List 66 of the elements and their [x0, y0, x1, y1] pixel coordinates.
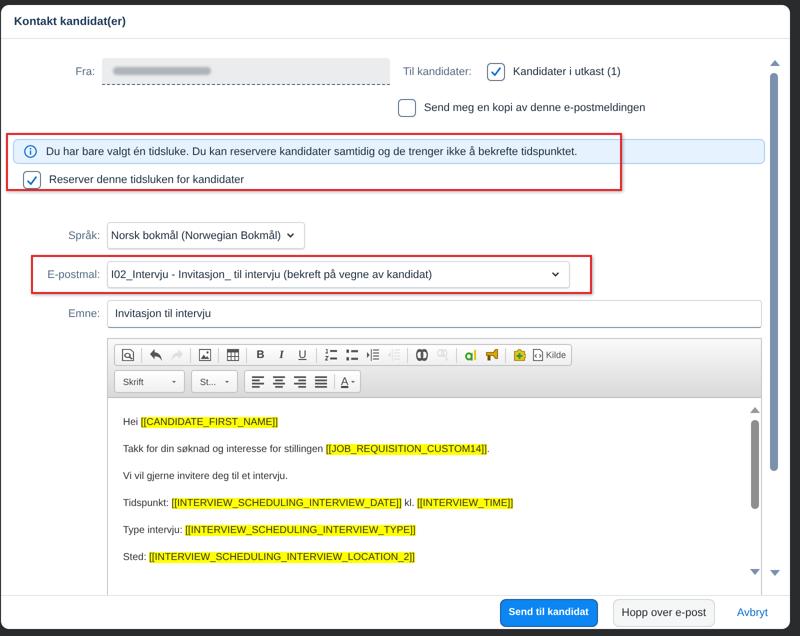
- scrollbar-thumb[interactable]: [770, 73, 778, 471]
- text-color-button[interactable]: A: [338, 372, 358, 390]
- field-label: Språk:: [67, 230, 100, 242]
- body-paragraph: Takk for din søknad og interesse for stillingen [[JOB_REQUISITION_CUSTOM14]].: [123, 443, 490, 457]
- body-paragraph: Hei [[CANDIDATE_FIRST_NAME]]: [123, 416, 278, 430]
- checkbox-label[interactable]: Reserver denne tidsluken for kandidater: [49, 174, 244, 186]
- checkmark-icon: [491, 67, 501, 76]
- source-button[interactable]: Kilde: [530, 346, 570, 364]
- toolbar-dropdown[interactable]: St...: [191, 370, 238, 393]
- scroll-up-button[interactable]: [750, 407, 760, 413]
- align-right-icon: [294, 376, 306, 388]
- dialog-title: Kontakt kandidat(er): [14, 16, 126, 28]
- caret-icon: [225, 380, 229, 382]
- send-button[interactable]: Send til kandidat: [500, 598, 598, 626]
- scrollbar-thumb[interactable]: [750, 420, 758, 509]
- field-label: Emne:: [67, 308, 100, 320]
- checkmark-icon: [27, 176, 37, 184]
- document-search-icon: [122, 349, 134, 361]
- italic-button[interactable]: I: [271, 346, 292, 364]
- body-paragraph: Tidspunkt: [[INTERVIEW_SCHEDULING_INTERVIEW_DATE]] kl. [[INTERVIEW_TIME]]: [123, 497, 514, 511]
- info-icon: [24, 145, 37, 158]
- body-paragraph: Sted: [[INTERVIEW_SCHEDULING_INTERVIEW_LOCATION_2]]: [123, 551, 415, 565]
- field-label: E-postmal:: [46, 268, 100, 280]
- redo-icon: [170, 349, 182, 361]
- scroll-up-button[interactable]: [770, 60, 780, 66]
- table-icon: [226, 349, 238, 361]
- checkbox[interactable]: [398, 99, 416, 117]
- numbered-list-icon: [324, 349, 336, 361]
- align-left-icon: [252, 376, 264, 388]
- body-paragraph: Vi vil gjerne invitere deg til et intervju.: [123, 470, 288, 484]
- checkbox-label[interactable]: Send meg en kopi av denne e-postmeldingen: [424, 102, 646, 114]
- scroll-down-button[interactable]: [770, 570, 780, 576]
- indent-icon: [366, 349, 378, 361]
- chevron-down-icon: [287, 233, 294, 238]
- language-select[interactable]: Norsk bokmål (Norwegian Bokmål): [107, 222, 305, 249]
- caret-icon: [172, 380, 176, 382]
- chevron-down-icon: [552, 272, 559, 277]
- align-center-icon: [272, 376, 284, 388]
- ring-and-bar-icon: [464, 349, 476, 361]
- checkbox-label[interactable]: Kandidater i utkast (1): [513, 66, 621, 78]
- outdent-icon: [388, 349, 400, 361]
- skip-button[interactable]: Hopp over e-post: [612, 598, 716, 626]
- checkbox[interactable]: [487, 62, 505, 80]
- unlink-icon: [436, 349, 448, 361]
- scroll-down-button[interactable]: [750, 569, 760, 575]
- code-document-icon: [533, 349, 543, 361]
- toolbar-dropdown[interactable]: Skrift: [114, 370, 185, 393]
- align-justify-icon: [314, 376, 326, 388]
- sender-field[interactable]: [102, 58, 390, 85]
- template-select[interactable]: I02_Intervju - Invitasjon_ til intervju (bekreft på vegne av kandidat): [107, 261, 570, 288]
- marker-icon: [486, 349, 498, 361]
- field-label: Til kandidater:: [403, 66, 473, 78]
- undo-icon: [150, 349, 162, 361]
- bold-button[interactable]: B: [250, 346, 271, 364]
- info-message: Du har bare valgt én tidsluke. Du kan reservere kandidater samtidig og de trenger ikke å bekrefte tidspunktet.: [46, 146, 578, 158]
- bullet-list-icon: [346, 349, 358, 361]
- puzzle-icon: [514, 349, 526, 361]
- caret-icon: [351, 380, 356, 382]
- field-label: Fra:: [74, 66, 95, 78]
- underline-button[interactable]: U: [292, 346, 313, 364]
- checkbox[interactable]: [23, 171, 41, 189]
- cancel-link[interactable]: Avbryt: [729, 598, 776, 626]
- subject-field[interactable]: Invitasjon til intervju: [107, 300, 762, 328]
- link-icon: [416, 349, 428, 361]
- body-paragraph: Type intervju: [[INTERVIEW_SCHEDULING_INTERVIEW_TYPE]]: [123, 524, 416, 538]
- image-icon: [198, 349, 210, 361]
